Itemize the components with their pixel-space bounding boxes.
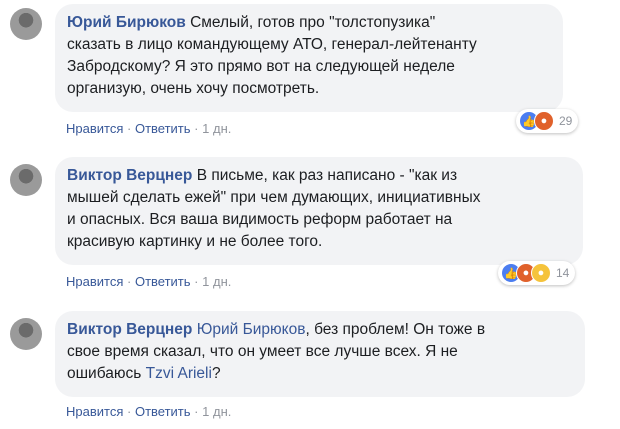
like-link[interactable]: Нравится	[66, 404, 123, 419]
author-name[interactable]: Виктор Верцнер	[67, 321, 192, 338]
angry-icon: ●	[534, 111, 554, 131]
comment-text-line: сказать в лицо командующему АТО, генерал…	[67, 36, 477, 53]
comment-text-line: Смелый, готов про "толстопузика"	[190, 14, 436, 31]
avatar[interactable]	[10, 164, 42, 196]
timestamp[interactable]: 1 дн.	[202, 121, 231, 136]
like-link[interactable]: Нравится	[66, 121, 123, 136]
reply-link[interactable]: Ответить	[135, 274, 191, 289]
comment-bubble: Юрий Бирюков Смелый, готов про "толстопу…	[55, 4, 563, 112]
timestamp[interactable]: 1 дн.	[202, 404, 231, 419]
comment-actions: Нравится · Ответить · 1 дн.	[66, 121, 232, 136]
reaction-count: 14	[556, 266, 570, 280]
comment-bubble: Виктор Верцнер Юрий Бирюков, без проблем…	[55, 311, 585, 397]
comment-actions: Нравится · Ответить · 1 дн.	[66, 404, 232, 419]
author-name[interactable]: Виктор Верцнер	[67, 167, 192, 184]
reply-link[interactable]: Ответить	[135, 121, 191, 136]
comment-text-line: ошибаюсь	[67, 365, 146, 382]
comment-text-line: свое время сказал, что он умеет все лучш…	[67, 343, 458, 360]
comment-bubble: Виктор Верцнер В письме, как раз написан…	[55, 157, 583, 265]
reaction-count: 29	[559, 114, 573, 128]
reactions-summary[interactable]: 👍 ● 29	[516, 109, 579, 133]
reply-link[interactable]: Ответить	[135, 404, 191, 419]
comment-text-line: Забродскому? Я это прямо вот на следующе…	[67, 58, 455, 75]
comment-text-line: и опасных. Вся ваша видимость реформ раб…	[67, 211, 453, 228]
comment-text-line: организую, очень хочу посмотреть.	[67, 80, 320, 97]
reactions-summary[interactable]: 👍 ● ● 14	[498, 261, 576, 285]
like-link[interactable]: Нравится	[66, 274, 123, 289]
comment-text-line: красивую картинку и не более того.	[67, 233, 323, 250]
comment-text-line: В письме, как раз написано - "как из	[196, 167, 458, 184]
mention-link[interactable]: Tzvi Arieli	[146, 365, 212, 382]
author-name[interactable]: Юрий Бирюков	[67, 14, 186, 31]
timestamp[interactable]: 1 дн.	[202, 274, 231, 289]
comment-actions: Нравится · Ответить · 1 дн.	[66, 274, 232, 289]
mention-link[interactable]: Юрий Бирюков	[197, 321, 306, 338]
avatar[interactable]	[10, 8, 42, 40]
comment-text-line: , без проблем! Он тоже в	[305, 321, 486, 338]
sad-icon: ●	[531, 263, 551, 283]
avatar[interactable]	[10, 318, 42, 350]
comment-text-line: мышей сделать ежей" при чем думающих, ин…	[67, 189, 481, 206]
comment-text-line: ?	[211, 365, 221, 382]
